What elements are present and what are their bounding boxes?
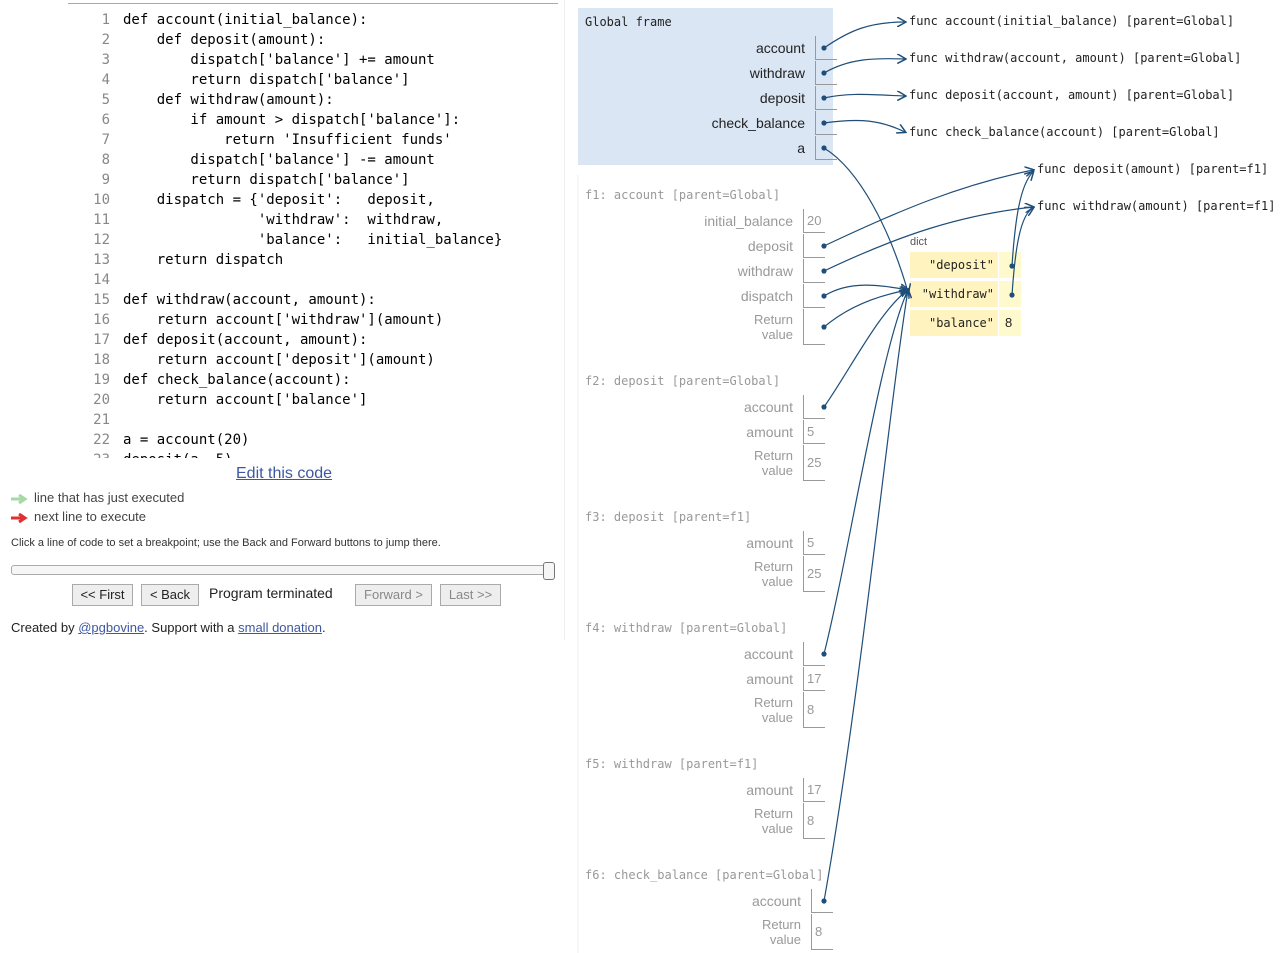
- arrow-f1-return: [823, 290, 908, 328]
- f1-box-dispatch: [803, 284, 825, 308]
- global-box-deposit: [815, 86, 837, 110]
- f6-return-word: Return: [761, 917, 801, 932]
- arrow-f4-account: [823, 290, 908, 655]
- f4-var-amount: amount: [746, 671, 793, 687]
- f6-box-account: [811, 889, 833, 913]
- f1-var-deposit: deposit: [747, 238, 793, 254]
- global-var-withdraw: withdraw: [749, 65, 805, 81]
- f4-box-account: [803, 642, 825, 666]
- f5-var-amount: amount: [746, 782, 793, 798]
- f5-val-amount: 17: [803, 778, 825, 802]
- f5-return-label: Return value: [593, 806, 793, 836]
- global-var-deposit: deposit: [759, 90, 805, 106]
- func-deposit: func deposit(account, amount) [parent=Gl…: [909, 88, 1235, 102]
- f1-value-word: value: [761, 327, 793, 342]
- f2-return-label: Return value: [593, 448, 793, 478]
- f1-var-withdraw: withdraw: [737, 263, 793, 279]
- dict-label: dict: [910, 236, 928, 248]
- arrow-f2-account: [823, 290, 908, 408]
- global-box-a: [815, 136, 837, 160]
- f1-box-withdraw: [803, 259, 825, 283]
- global-box-check-balance: [815, 111, 837, 135]
- f5-val-return: 8: [803, 803, 825, 839]
- f3-val-amount: 5: [803, 531, 825, 555]
- f1-var-dispatch: dispatch: [740, 288, 793, 304]
- f5-return-word: Return: [753, 806, 793, 821]
- f1-title: f1: account [parent=Global]: [585, 188, 781, 202]
- visualization: Global frame account withdraw deposit ch…: [0, 0, 1280, 953]
- global-var-account: account: [755, 40, 805, 56]
- f4-title: f4: withdraw [parent=Global]: [585, 621, 788, 635]
- f1-return-label: Return value: [593, 312, 793, 342]
- f1-var-initial-balance: initial_balance: [704, 213, 793, 229]
- global-frame-title: Global frame: [585, 15, 672, 29]
- f2-val-amount: 5: [803, 420, 825, 444]
- arrow-f1-dispatch: [823, 285, 908, 297]
- f4-return-label: Return value: [593, 695, 793, 725]
- f3-title: f3: deposit [parent=f1]: [585, 510, 752, 524]
- f6-title: f6: check_balance [parent=Global]: [585, 868, 824, 882]
- dict-key-deposit: "deposit": [910, 252, 998, 278]
- f5-title: f5: withdraw [parent=f1]: [585, 757, 759, 771]
- f6-var-account: account: [751, 893, 801, 909]
- f4-val-amount: 17: [803, 667, 825, 691]
- global-box-withdraw: [815, 61, 837, 85]
- dict-val-balance: 8: [999, 310, 1021, 336]
- f2-box-account: [803, 395, 825, 419]
- f1-val-initial-balance: 20: [803, 209, 825, 233]
- f2-return-word: Return: [753, 448, 793, 463]
- f2-title: f2: deposit [parent=Global]: [585, 374, 781, 388]
- arrow-a: [823, 147, 908, 292]
- f3-return-word: Return: [753, 559, 793, 574]
- f5-value-word: value: [761, 821, 793, 836]
- f4-return-word: Return: [753, 695, 793, 710]
- dict-val-withdraw: [999, 281, 1021, 307]
- f3-var-amount: amount: [746, 535, 793, 551]
- f4-value-word: value: [761, 710, 793, 725]
- arrow-f6-account: [823, 290, 908, 902]
- dict-key-withdraw: "withdraw": [910, 281, 998, 307]
- f1-return-word: Return: [753, 312, 793, 327]
- global-var-check-balance: check_balance: [711, 115, 805, 131]
- f6-return-label: Return value: [601, 917, 801, 947]
- func-check-balance: func check_balance(account) [parent=Glob…: [909, 125, 1220, 139]
- f2-var-account: account: [743, 399, 793, 415]
- f1-box-return: [803, 309, 825, 345]
- f3-value-word: value: [761, 574, 793, 589]
- f4-var-account: account: [743, 646, 793, 662]
- f2-value-word: value: [761, 463, 793, 478]
- func-withdraw: func withdraw(account, amount) [parent=G…: [909, 51, 1242, 65]
- global-var-a: a: [797, 140, 805, 156]
- f2-var-amount: amount: [746, 424, 793, 440]
- f1-box-deposit: [803, 234, 825, 258]
- f4-val-return: 8: [803, 692, 825, 728]
- dict-val-deposit: [999, 252, 1021, 278]
- global-box-account: [815, 36, 837, 60]
- arrow-f1-deposit: [823, 170, 1033, 247]
- func-f1-withdraw: func withdraw(amount) [parent=f1]: [1037, 199, 1276, 213]
- f3-val-return: 25: [803, 556, 825, 592]
- f6-val-return: 8: [811, 914, 833, 950]
- func-f1-deposit: func deposit(amount) [parent=f1]: [1037, 162, 1269, 176]
- dict-key-balance: "balance": [910, 310, 998, 336]
- f2-val-return: 25: [803, 445, 825, 481]
- f6-value-word: value: [769, 932, 801, 947]
- func-account: func account(initial_balance) [parent=Gl…: [909, 14, 1235, 28]
- f3-return-label: Return value: [593, 559, 793, 589]
